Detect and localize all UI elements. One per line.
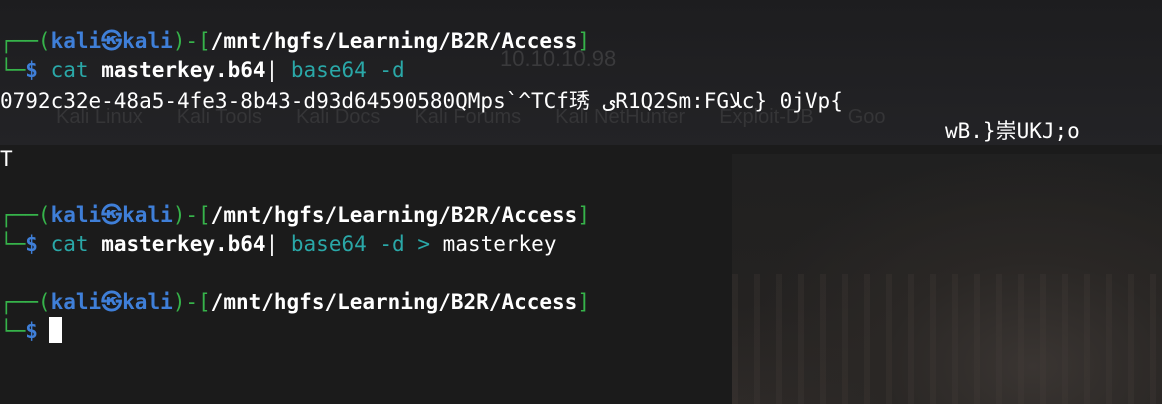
ghost-bookmark: Goo — [847, 105, 886, 128]
kali-skull-icon: ㉿ — [101, 203, 123, 227]
prompt-frame: └─ — [0, 232, 26, 256]
prompt-host: kali — [122, 290, 173, 314]
prompt-frame: ] — [577, 203, 590, 227]
prompt-frame: )-[ — [172, 203, 211, 227]
prompt-frame: ┌──( — [0, 290, 51, 314]
prompt-user: kali — [50, 29, 102, 53]
command-argument: masterkey.b64 — [101, 232, 266, 256]
text-cursor[interactable] — [48, 317, 62, 343]
command-name: cat — [50, 58, 89, 82]
prompt-frame: )-[ — [172, 290, 211, 314]
redirect-symbol: > — [417, 232, 431, 256]
prompt-frame: ┌──( — [0, 203, 51, 227]
prompt-host: kali — [122, 203, 173, 227]
prompt-line: ┌──(kali㉿kali)-[/mnt/hgfs/Learning/B2R/A… — [0, 201, 590, 229]
prompt-user: kali — [50, 203, 102, 227]
prompt-frame: ] — [577, 290, 590, 314]
prompt-host: kali — [122, 29, 173, 53]
pipe-symbol: | — [265, 232, 279, 256]
prompt-frame: └─ — [0, 319, 26, 343]
prompt-frame: ┌──( — [0, 29, 51, 53]
pipe-symbol: | — [265, 58, 279, 82]
active-command-line[interactable]: └─$ — [0, 317, 62, 345]
prompt-frame: ] — [577, 29, 590, 53]
command-line: └─$ cat masterkey.b64| base64 -d — [0, 56, 405, 84]
terminal-window[interactable]: 10.10.10.98 Kali Linux Kali Tools Kali D… — [0, 0, 1162, 404]
prompt-frame: )-[ — [172, 29, 211, 53]
command-flag: -d — [379, 58, 405, 82]
prompt-symbol: $ — [25, 319, 38, 343]
prompt-line: ┌──(kali㉿kali)-[/mnt/hgfs/Learning/B2R/A… — [0, 288, 590, 316]
prompt-frame: └─ — [0, 58, 26, 82]
command2-name: base64 — [290, 58, 367, 82]
output-line: 0792c32e-48a5-4fe3-8b43-d93d64590580QMps… — [0, 89, 843, 113]
command-flag: -d — [379, 232, 405, 256]
kali-skull-icon: ㉿ — [101, 29, 123, 53]
prompt-user: kali — [50, 290, 102, 314]
redirect-target: masterkey — [442, 232, 557, 256]
command-name: cat — [50, 232, 89, 256]
kali-skull-icon: ㉿ — [101, 290, 123, 314]
prompt-line: ┌──(kali㉿kali)-[/mnt/hgfs/Learning/B2R/A… — [0, 27, 590, 55]
prompt-symbol: $ — [25, 232, 38, 256]
background-image-ghost — [732, 154, 1162, 404]
output-line: wB.}崇UKJ;o — [945, 119, 1080, 143]
command-line: └─$ cat masterkey.b64| base64 -d > maste… — [0, 230, 556, 258]
command2-name: base64 — [290, 232, 367, 256]
prompt-path: /mnt/hgfs/Learning/B2R/Access — [210, 203, 578, 227]
output-line: T — [0, 147, 13, 171]
prompt-path: /mnt/hgfs/Learning/B2R/Access — [210, 29, 578, 53]
prompt-symbol: $ — [25, 58, 38, 82]
command-argument: masterkey.b64 — [101, 58, 266, 82]
prompt-path: /mnt/hgfs/Learning/B2R/Access — [210, 290, 578, 314]
